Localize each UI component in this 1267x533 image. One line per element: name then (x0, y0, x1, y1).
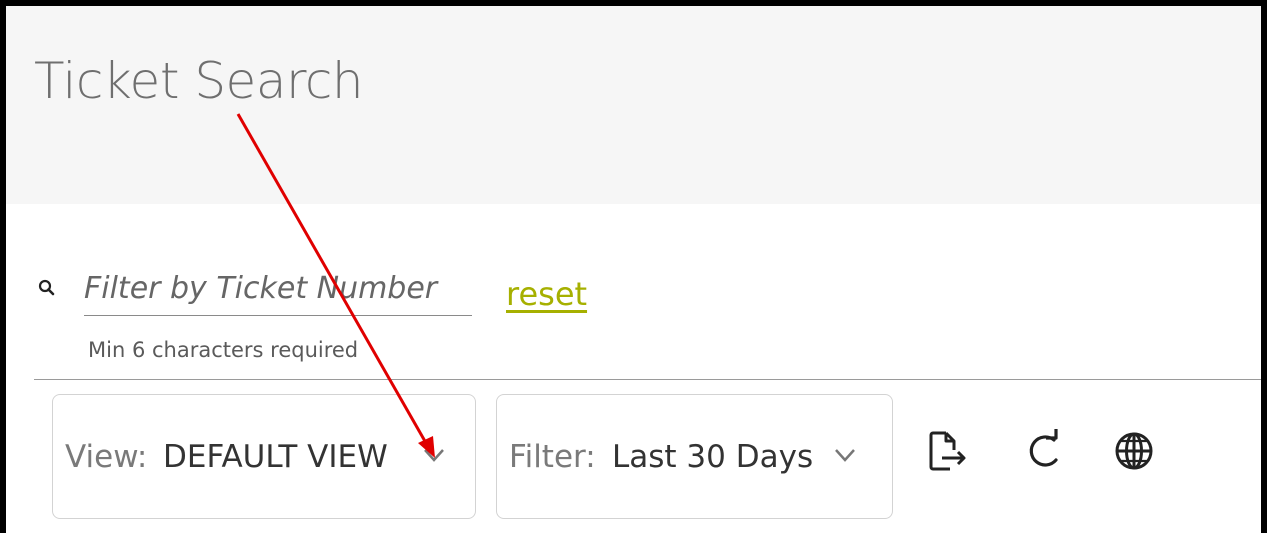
view-dropdown-label: View: (65, 439, 148, 475)
view-dropdown-value: DEFAULT VIEW (163, 439, 388, 475)
ticket-number-filter-input[interactable] (84, 261, 472, 316)
divider (34, 379, 1261, 380)
reset-link[interactable]: reset (506, 275, 587, 313)
page-header: Ticket Search (6, 6, 1261, 204)
filter-dropdown-label: Filter: (509, 439, 596, 475)
search-icon (38, 279, 55, 296)
chevron-down-icon (424, 449, 444, 462)
filter-dropdown[interactable]: Filter: Last 30 Days (496, 394, 893, 519)
ticket-search-page: Ticket Search reset Min 6 characters req… (0, 0, 1267, 533)
page-title: Ticket Search (34, 52, 364, 110)
filter-dropdown-value: Last 30 Days (612, 439, 814, 475)
chevron-down-icon (835, 449, 855, 462)
globe-icon[interactable] (1112, 426, 1156, 476)
view-dropdown[interactable]: View: DEFAULT VIEW (52, 394, 476, 519)
min-characters-hint: Min 6 characters required (88, 338, 359, 362)
refresh-icon[interactable] (1022, 426, 1066, 476)
export-icon[interactable] (926, 426, 970, 476)
